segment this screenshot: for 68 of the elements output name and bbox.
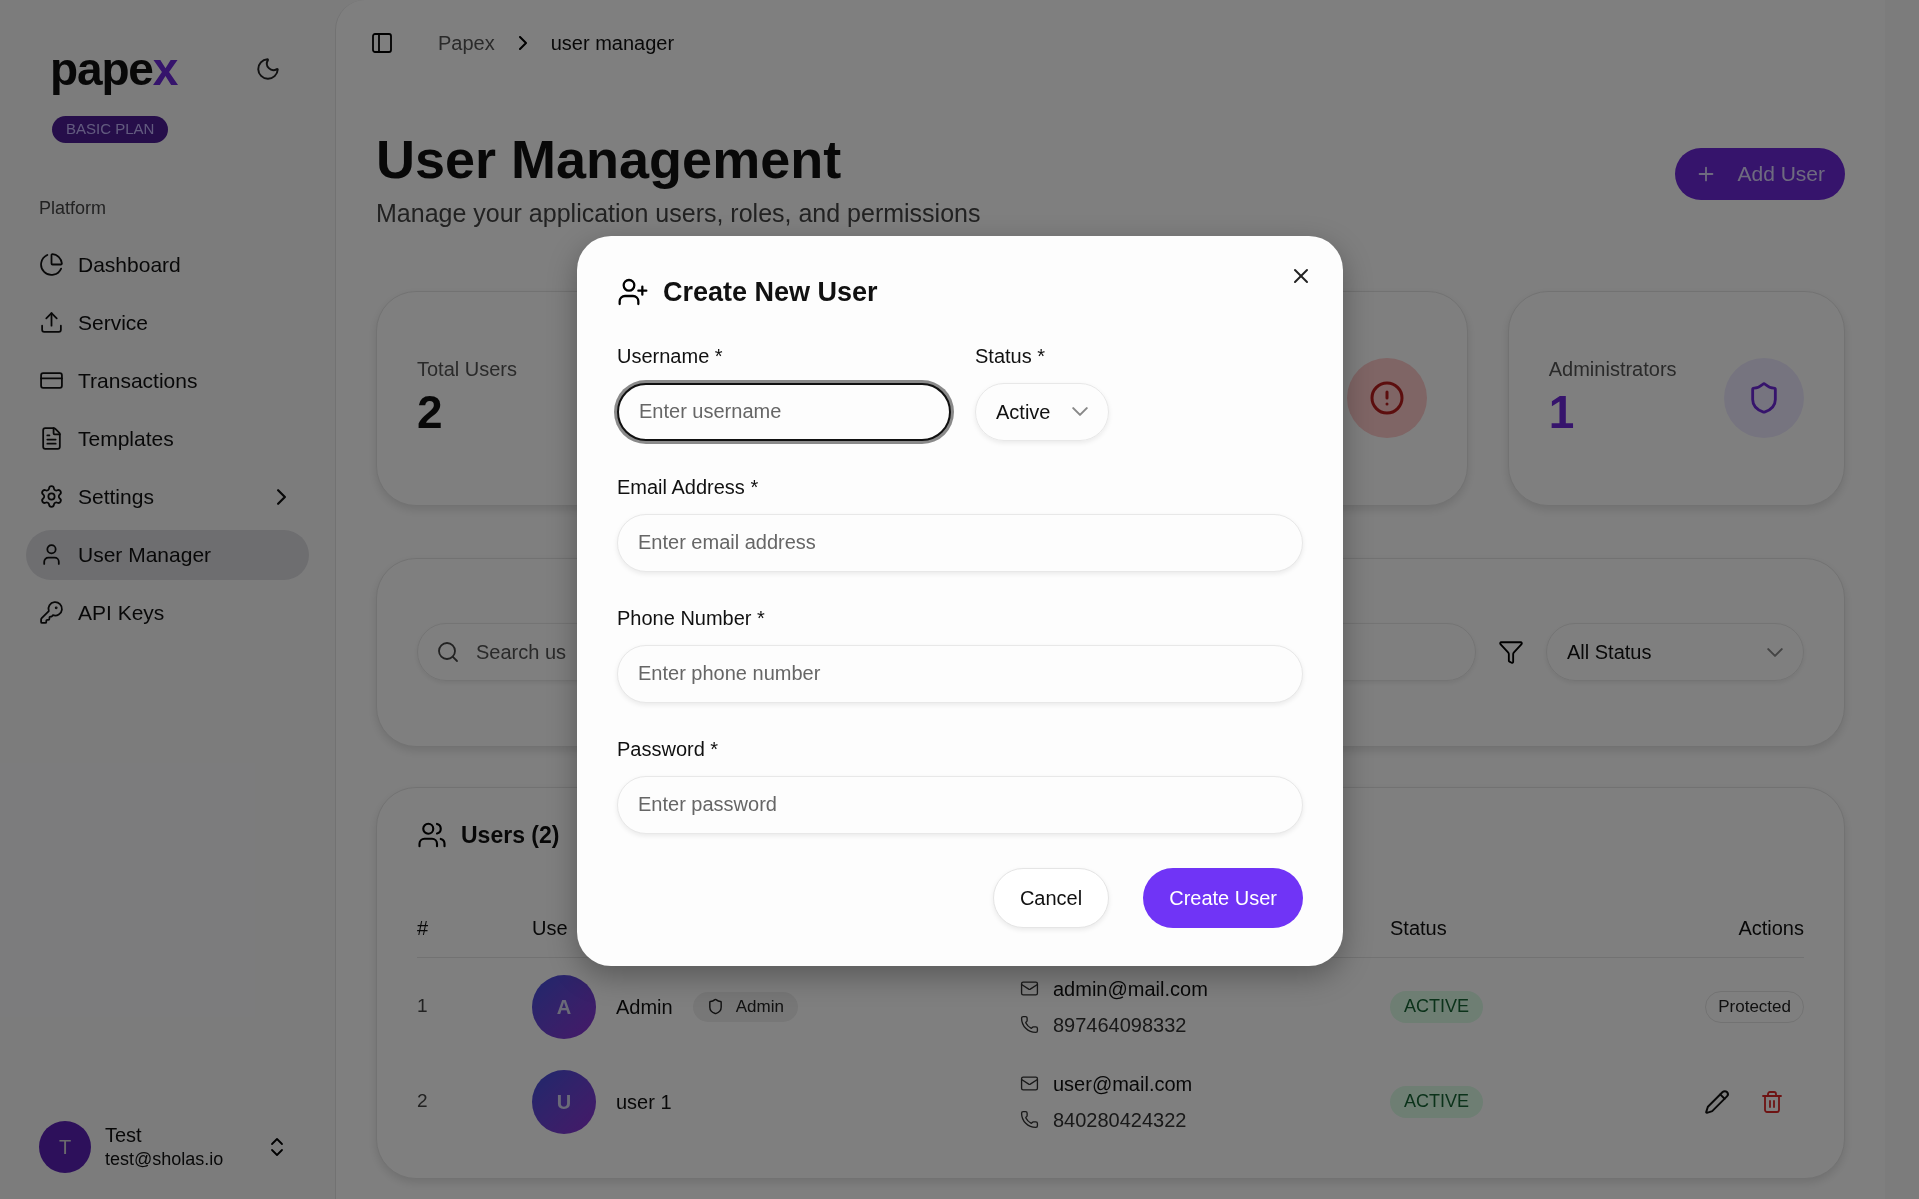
chevron-down-icon [1767, 647, 1783, 657]
field-label: Password * [617, 736, 719, 762]
field-label: Username * [617, 343, 723, 369]
field-label: Status * [975, 343, 1046, 369]
user-avatar: U [532, 1069, 596, 1134]
input-field[interactable]: Enter username [617, 382, 951, 441]
plan-badge: BASIC PLAN [52, 116, 169, 143]
nav-item[interactable]: Templates [26, 413, 309, 464]
cancel-button[interactable]: Cancel [992, 867, 1110, 928]
filter-icon [1498, 639, 1524, 665]
chevron-down-icon [1072, 407, 1089, 416]
nav-item[interactable]: Dashboard [26, 239, 309, 290]
breadcrumb-item[interactable]: Papex [438, 28, 495, 58]
user-name: Admin [616, 994, 673, 1020]
page-title: User Management [376, 128, 842, 191]
nav-item[interactable]: User Manager [26, 529, 309, 580]
column-header: Actions [1738, 915, 1804, 941]
key-icon [39, 600, 64, 625]
status-badge: ACTIVE [1390, 1085, 1483, 1118]
field-label: Email Address * [617, 474, 759, 500]
mail-icon [1020, 979, 1039, 998]
shield-icon [706, 998, 724, 1015]
role-badge: Admin [692, 991, 798, 1022]
nav-item[interactable]: Transactions [26, 355, 309, 406]
user-phone: 897464098332 [1053, 1012, 1187, 1038]
row-number: 1 [417, 994, 428, 1019]
theme-toggle-icon[interactable] [255, 56, 281, 82]
user-avatar: A [532, 974, 596, 1039]
stat-value: 1 [1548, 385, 1575, 441]
trash-icon[interactable] [1760, 1089, 1784, 1114]
chevron-right-icon [277, 488, 286, 505]
stat-label: Administrators [1548, 357, 1677, 383]
nav-item[interactable]: Service [26, 297, 309, 348]
search-icon [436, 640, 460, 664]
chevron-right-icon [518, 36, 527, 50]
add-user-button[interactable]: Add User [1675, 147, 1845, 200]
stat-label: Total Users [417, 357, 518, 383]
user-name: user 1 [616, 1089, 672, 1115]
section-label: Platform [38, 196, 107, 220]
column-header: # [417, 915, 429, 941]
user-email: user@mail.com [1053, 1071, 1193, 1097]
user-email: test@sholas.io [105, 1148, 224, 1171]
user-phone: 840280424322 [1053, 1107, 1187, 1133]
mail-icon [1020, 1074, 1039, 1093]
edit-icon[interactable] [1704, 1088, 1730, 1115]
card-title: Users (2) [461, 820, 560, 850]
dialog-title: Create New User [663, 276, 878, 309]
page-subtitle: Manage your application users, roles, and permissions [376, 197, 981, 228]
user-avatar: T [39, 1121, 91, 1173]
user-email: admin@mail.com [1053, 976, 1208, 1002]
nav-item[interactable]: Settings [26, 471, 309, 522]
nav-item[interactable]: API Keys [26, 587, 309, 638]
settings-icon [39, 484, 64, 509]
phone-icon [1020, 1015, 1039, 1034]
stat-value: 2 [417, 385, 443, 441]
document-icon [39, 426, 64, 451]
create-user-button[interactable]: Create User [1143, 867, 1303, 928]
sidebar-toggle-icon[interactable] [370, 31, 394, 55]
upload-icon [39, 310, 64, 335]
pie-chart-icon [39, 252, 64, 277]
user-name: Test [105, 1123, 142, 1149]
column-header: Status [1390, 915, 1447, 941]
row-number: 2 [417, 1089, 428, 1114]
breadcrumb-item: user manager [550, 31, 675, 56]
phone-icon [1020, 1110, 1039, 1129]
status-badge: ACTIVE [1390, 990, 1483, 1023]
field-label: Phone Number * [617, 605, 765, 631]
column-header: Use [532, 915, 568, 941]
